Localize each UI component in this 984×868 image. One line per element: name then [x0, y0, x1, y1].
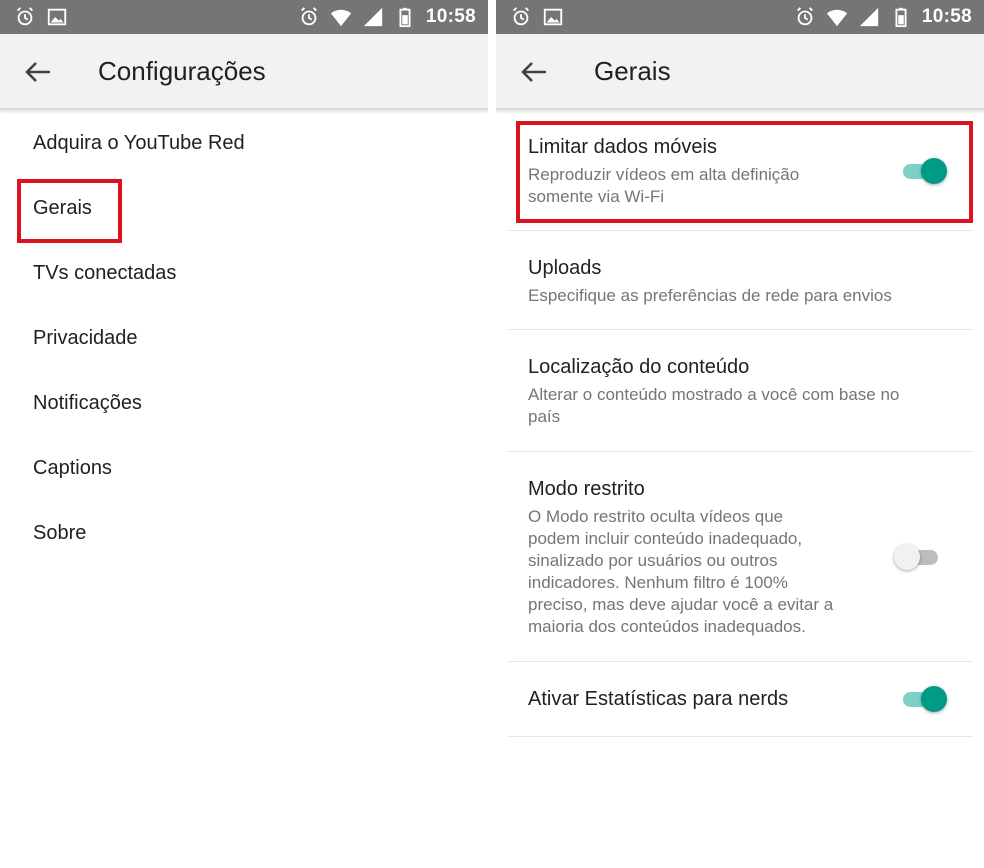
alarm-icon [796, 7, 813, 26]
back-arrow-icon[interactable] [24, 60, 52, 84]
setting-title: Ativar Estatísticas para nerds [528, 688, 789, 710]
page-title: Configurações [98, 56, 266, 86]
battery-icon [895, 7, 907, 28]
highlight-box-gerais [17, 179, 122, 243]
estatisticas-nerds-toggle[interactable] [899, 684, 947, 714]
setting-description: O Modo restrito oculta vídeos que podem … [528, 507, 834, 636]
status-time: 10:58 [921, 6, 972, 27]
back-arrow-icon[interactable] [520, 60, 548, 84]
modo-restrito-toggle[interactable] [894, 542, 942, 572]
setting-title: Uploads [528, 257, 602, 279]
app-bar: Configurações [0, 34, 488, 110]
setting-title: Modo restrito [528, 478, 645, 500]
alarm-icon [17, 7, 33, 26]
status-bar: 10:58 [496, 0, 984, 34]
setting-localizacao-conteudo[interactable]: Localização do conteúdo Alterar o conteú… [508, 330, 973, 452]
status-time: 10:58 [425, 6, 476, 27]
menu-item-privacidade[interactable]: Privacidade [33, 327, 138, 350]
status-bar: 10:58 [0, 0, 488, 34]
menu-item-youtube-red[interactable]: Adquira o YouTube Red [33, 132, 245, 155]
panel-divider [488, 0, 496, 868]
page-title: Gerais [594, 56, 671, 86]
alarm-icon [300, 7, 317, 26]
battery-icon [399, 7, 411, 28]
screenshot-root: 10:58 Configurações Adquira o YouTube Re… [0, 0, 984, 868]
setting-uploads[interactable]: Uploads Especifique as preferências de r… [508, 231, 973, 330]
setting-description: Especifique as preferências de rede para… [528, 286, 892, 305]
settings-screen: 10:58 Configurações Adquira o YouTube Re… [0, 0, 488, 868]
gerais-screen: 10:58 Gerais Limitar dados móveis Reprod… [496, 0, 984, 868]
menu-item-notificacoes[interactable]: Notificações [33, 392, 142, 415]
alarm-icon [513, 7, 529, 26]
highlight-box-limitar-dados [516, 121, 973, 223]
menu-item-captions[interactable]: Captions [33, 457, 112, 480]
wifi-icon [330, 9, 351, 27]
setting-modo-restrito[interactable]: Modo restrito O Modo restrito oculta víd… [508, 452, 973, 662]
signal-icon [859, 7, 879, 27]
menu-item-tvs-conectadas[interactable]: TVs conectadas [33, 262, 176, 285]
app-bar: Gerais [496, 34, 984, 110]
image-icon [543, 8, 563, 26]
setting-description: Alterar o conteúdo mostrado a você com b… [528, 385, 900, 426]
wifi-icon [826, 9, 847, 27]
signal-icon [363, 7, 383, 27]
menu-item-sobre[interactable]: Sobre [33, 522, 86, 545]
setting-estatisticas-nerds[interactable]: Ativar Estatísticas para nerds [508, 662, 973, 737]
setting-title: Localização do conteúdo [528, 356, 750, 378]
image-icon [47, 8, 67, 26]
